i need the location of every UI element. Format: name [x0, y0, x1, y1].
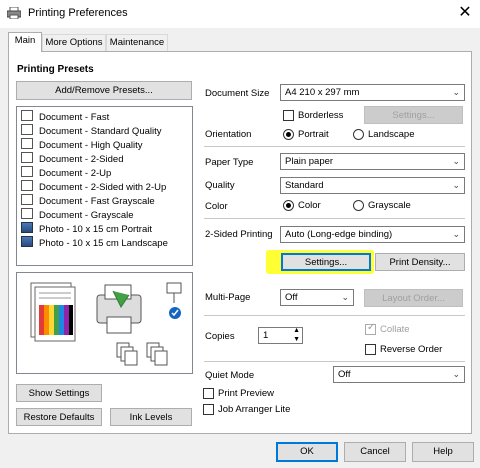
- borderless-label: Borderless: [298, 110, 344, 121]
- chevron-down-icon: ⌄: [452, 229, 460, 239]
- tab-more-options[interactable]: More Options: [42, 34, 106, 51]
- document-2sided-2up-icon: [21, 180, 33, 191]
- borderless-checkbox[interactable]: [283, 110, 294, 121]
- print-preview-checkbox[interactable]: [203, 388, 214, 399]
- paper-type-label: Paper Type: [205, 157, 254, 168]
- document-icon: [21, 110, 33, 121]
- two-sided-label: 2-Sided Printing: [205, 229, 273, 240]
- quiet-mode-select[interactable]: Off ⌄: [333, 366, 465, 383]
- divider: [204, 315, 465, 316]
- close-icon[interactable]: ✕: [452, 2, 478, 26]
- portrait-radio[interactable]: [283, 129, 294, 140]
- document-2up-icon: [21, 166, 33, 177]
- list-item[interactable]: Document - 2-Sided with 2-Up: [21, 180, 166, 194]
- list-item[interactable]: Document - Fast Grayscale: [21, 194, 155, 208]
- list-item[interactable]: Document - Fast: [21, 110, 109, 124]
- quality-label: Quality: [205, 180, 235, 191]
- divider: [204, 361, 465, 362]
- show-settings-button[interactable]: Show Settings: [16, 384, 102, 402]
- quiet-mode-label: Quiet Mode: [205, 370, 255, 381]
- portrait-label: Portrait: [298, 129, 329, 140]
- network-icon: [166, 282, 182, 319]
- print-preview-box: [16, 272, 193, 374]
- chevron-down-icon: ⌄: [341, 292, 349, 302]
- print-density-button[interactable]: Print Density...: [375, 253, 465, 271]
- document-icon: [21, 138, 33, 149]
- collate-checkbox[interactable]: [365, 322, 376, 335]
- color-label: Color: [205, 201, 228, 212]
- copies-stepper[interactable]: 1 ▲ ▼: [258, 327, 303, 344]
- print-preview-label: Print Preview: [218, 388, 274, 399]
- copies-label: Copies: [205, 331, 235, 342]
- cancel-button[interactable]: Cancel: [344, 442, 406, 462]
- color-page-preview-icon: [30, 282, 76, 342]
- quality-select[interactable]: Standard ⌄: [280, 177, 465, 194]
- landscape-radio[interactable]: [353, 129, 364, 140]
- photo-icon: [21, 236, 33, 247]
- borderless-settings-button[interactable]: Settings...: [364, 106, 463, 124]
- printer-icon: [6, 6, 22, 20]
- orientation-label: Orientation: [205, 129, 252, 140]
- reverse-order-checkbox[interactable]: [365, 344, 376, 355]
- layout-order-button[interactable]: Layout Order...: [364, 289, 463, 307]
- document-icon: [21, 194, 33, 205]
- document-size-label: Document Size: [205, 88, 270, 99]
- paper-type-select[interactable]: Plain paper ⌄: [280, 153, 465, 170]
- add-remove-presets-button[interactable]: Add/Remove Presets...: [16, 81, 192, 100]
- list-item[interactable]: Document - Standard Quality: [21, 124, 162, 138]
- tab-main[interactable]: Main: [8, 32, 42, 52]
- color-option-label: Color: [298, 200, 321, 211]
- list-item[interactable]: Photo - 10 x 15 cm Landscape: [21, 236, 168, 250]
- collate-label: Collate: [380, 324, 410, 335]
- list-item[interactable]: Photo - 10 x 15 cm Portrait: [21, 222, 152, 236]
- job-arranger-label: Job Arranger Lite: [218, 404, 291, 415]
- grayscale-radio[interactable]: [353, 200, 364, 211]
- restore-defaults-button[interactable]: Restore Defaults: [16, 408, 102, 426]
- two-sided-settings-button[interactable]: Settings...: [281, 253, 371, 271]
- tab-maintenance[interactable]: Maintenance: [106, 34, 168, 51]
- grayscale-label: Grayscale: [368, 200, 411, 211]
- chevron-down-icon: ⌄: [452, 180, 460, 190]
- list-item[interactable]: Document - 2-Sided: [21, 152, 123, 166]
- printer-icon: [96, 284, 142, 334]
- divider: [204, 146, 465, 147]
- presets-title: Printing Presets: [17, 64, 94, 75]
- document-icon: [21, 208, 33, 219]
- copies-icon: [116, 342, 168, 366]
- chevron-down-icon: ⌄: [452, 369, 460, 379]
- multi-page-select[interactable]: Off ⌄: [280, 289, 354, 306]
- document-size-select[interactable]: A4 210 x 297 mm ⌄: [280, 84, 465, 101]
- two-sided-select[interactable]: Auto (Long-edge binding) ⌄: [280, 226, 465, 243]
- color-radio[interactable]: [283, 200, 294, 211]
- multi-page-label: Multi-Page: [205, 292, 251, 303]
- reverse-order-label: Reverse Order: [380, 344, 443, 355]
- ok-button[interactable]: OK: [276, 442, 338, 462]
- window-title: Printing Preferences: [28, 7, 128, 19]
- list-item[interactable]: Document - Grayscale: [21, 208, 134, 222]
- landscape-label: Landscape: [368, 129, 415, 140]
- spin-arrows-icon: ▲ ▼: [293, 327, 300, 343]
- document-icon: [21, 124, 33, 135]
- document-2sided-icon: [21, 152, 33, 163]
- list-item[interactable]: Document - High Quality: [21, 138, 142, 152]
- list-item[interactable]: Document - 2-Up: [21, 166, 111, 180]
- presets-list[interactable]: Document - Fast Document - Standard Qual…: [16, 106, 193, 266]
- job-arranger-checkbox[interactable]: [203, 404, 214, 415]
- divider: [204, 218, 465, 219]
- chevron-down-icon: ⌄: [452, 87, 460, 97]
- chevron-down-icon: ⌄: [452, 156, 460, 166]
- help-button[interactable]: Help: [412, 442, 474, 462]
- ink-levels-button[interactable]: Ink Levels: [110, 408, 192, 426]
- photo-icon: [21, 222, 33, 233]
